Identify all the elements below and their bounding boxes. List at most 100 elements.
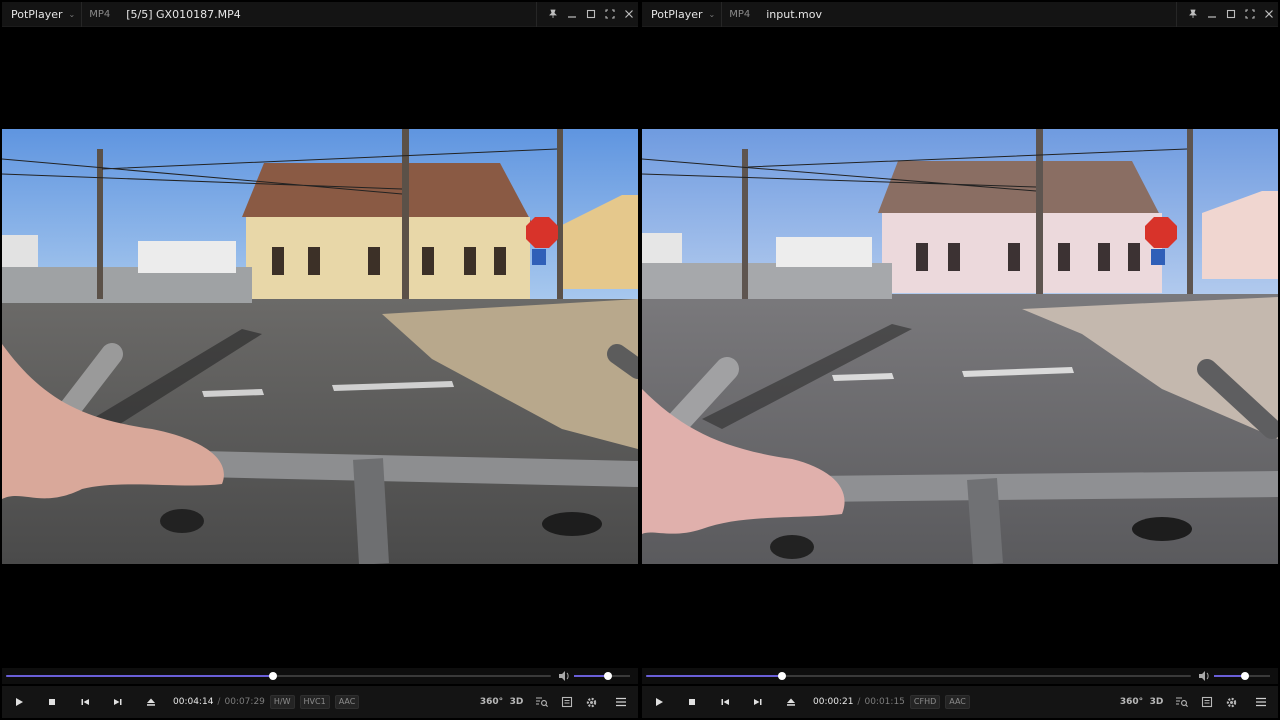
fullscreen-icon <box>604 9 615 19</box>
pin-button[interactable] <box>1183 2 1202 27</box>
minimize-icon <box>567 16 576 18</box>
list-search-icon <box>1176 697 1188 707</box>
hamburger-menu-icon <box>1256 697 1266 707</box>
chevron-down-icon: ⌄ <box>68 10 76 19</box>
playlist-search-button[interactable] <box>529 686 554 718</box>
divider <box>81 1 83 27</box>
3d-icon: 3D <box>1149 697 1164 707</box>
seek-thumb[interactable] <box>269 672 277 680</box>
volume-slider[interactable] <box>1214 672 1270 680</box>
gear-icon <box>1226 697 1237 707</box>
play-button[interactable] <box>642 686 675 718</box>
maximize-button[interactable] <box>1221 2 1240 27</box>
play-button[interactable] <box>2 686 35 718</box>
control-bar: 00:00:21/00:01:15 CFHD AAC 360° 3D <box>642 686 1278 718</box>
close-button[interactable] <box>619 2 638 27</box>
audio-codec-badge[interactable]: AAC <box>334 695 360 709</box>
minimize-button[interactable] <box>562 2 581 27</box>
volume-slider[interactable] <box>574 672 630 680</box>
app-menu-button[interactable]: PotPlayer ⌄ <box>2 8 75 21</box>
seek-progress-fill <box>6 675 273 677</box>
volume-icon[interactable] <box>557 669 571 683</box>
vr-360-button[interactable]: 360° <box>1119 686 1144 718</box>
playlist-button[interactable] <box>554 686 579 718</box>
fullscreen-button[interactable] <box>1240 2 1259 27</box>
format-label: MP4 <box>729 8 751 20</box>
gear-icon <box>586 697 597 707</box>
volume-thumb[interactable] <box>1241 672 1249 680</box>
main-menu-button[interactable] <box>604 686 638 718</box>
app-name: PotPlayer <box>11 7 63 21</box>
eject-button[interactable] <box>134 686 167 718</box>
main-menu-button[interactable] <box>1244 686 1278 718</box>
volume-icon[interactable] <box>1197 669 1211 683</box>
title-bar: PotPlayer ⌄ MP4 input.mov <box>642 1 1278 27</box>
eject-button[interactable] <box>774 686 807 718</box>
eject-icon <box>146 698 155 706</box>
stop-button[interactable] <box>675 686 708 718</box>
3d-button[interactable]: 3D <box>504 686 529 718</box>
pin-button[interactable] <box>543 2 562 27</box>
current-time: 00:04:14 <box>173 697 214 707</box>
decoder-badge[interactable]: H/W <box>269 695 295 709</box>
vr-360-icon: 360° <box>1119 697 1144 707</box>
video-codec-badge[interactable]: HVC1 <box>299 695 330 709</box>
skip-previous-icon <box>81 699 89 705</box>
previous-button[interactable] <box>68 686 101 718</box>
hamburger-menu-icon <box>616 697 626 707</box>
playlist-search-button[interactable] <box>1169 686 1194 718</box>
next-button[interactable] <box>101 686 134 718</box>
fullscreen-icon <box>1244 9 1255 19</box>
video-codec-badge[interactable]: CFHD <box>909 695 941 709</box>
stop-button[interactable] <box>35 686 68 718</box>
total-time: 00:01:15 <box>864 697 905 707</box>
seek-thumb[interactable] <box>778 672 786 680</box>
list-search-icon <box>536 697 548 707</box>
fullscreen-button[interactable] <box>600 2 619 27</box>
skip-next-icon <box>753 699 761 705</box>
play-icon <box>15 698 23 706</box>
pin-icon <box>1188 9 1197 18</box>
control-bar: 00:04:14/00:07:29 H/W HVC1 AAC 360° 3D <box>2 686 638 718</box>
eject-icon <box>786 698 795 706</box>
maximize-icon <box>1226 9 1235 19</box>
playlist-button[interactable] <box>1194 686 1219 718</box>
player-window-left: PotPlayer ⌄ MP4 [5/5] GX010187.MP4 00:04… <box>2 0 638 720</box>
volume-thumb[interactable] <box>604 672 612 680</box>
divider <box>1176 1 1177 27</box>
seek-progress-fill <box>646 675 782 677</box>
close-button[interactable] <box>1259 2 1278 27</box>
video-scene <box>2 129 638 564</box>
settings-button[interactable] <box>1219 686 1244 718</box>
video-frame[interactable] <box>642 129 1278 564</box>
audio-codec-badge[interactable]: AAC <box>945 695 970 709</box>
previous-button[interactable] <box>708 686 741 718</box>
volume-fill <box>574 675 608 677</box>
seek-bar[interactable] <box>6 672 551 680</box>
vr-360-icon: 360° <box>479 697 504 707</box>
maximize-button[interactable] <box>581 2 600 27</box>
title-bar: PotPlayer ⌄ MP4 [5/5] GX010187.MP4 <box>2 1 638 27</box>
file-title: [5/5] GX010187.MP4 <box>126 7 241 21</box>
seek-bar-row <box>642 668 1278 684</box>
3d-icon: 3D <box>509 697 524 707</box>
minimize-button[interactable] <box>1202 2 1221 27</box>
3d-button[interactable]: 3D <box>1144 686 1169 718</box>
seek-bar[interactable] <box>646 672 1191 680</box>
total-time: 00:07:29 <box>224 697 265 707</box>
current-time: 00:00:21 <box>813 697 854 707</box>
pin-icon <box>548 9 557 18</box>
playlist-icon <box>1201 696 1212 708</box>
vr-360-button[interactable]: 360° <box>479 686 504 718</box>
skip-next-icon <box>113 699 121 705</box>
file-title: input.mov <box>766 7 822 21</box>
maximize-icon <box>586 9 595 19</box>
time-display: 00:00:21/00:01:15 <box>813 697 905 707</box>
divider <box>536 1 537 27</box>
video-frame[interactable] <box>2 129 638 564</box>
player-window-right: PotPlayer ⌄ MP4 input.mov 00:00:21 / 00:… <box>642 0 1278 720</box>
next-button[interactable] <box>741 686 774 718</box>
settings-button[interactable] <box>579 686 604 718</box>
app-menu-button[interactable]: PotPlayer ⌄ <box>642 8 715 21</box>
seek-bar-row <box>2 668 638 684</box>
